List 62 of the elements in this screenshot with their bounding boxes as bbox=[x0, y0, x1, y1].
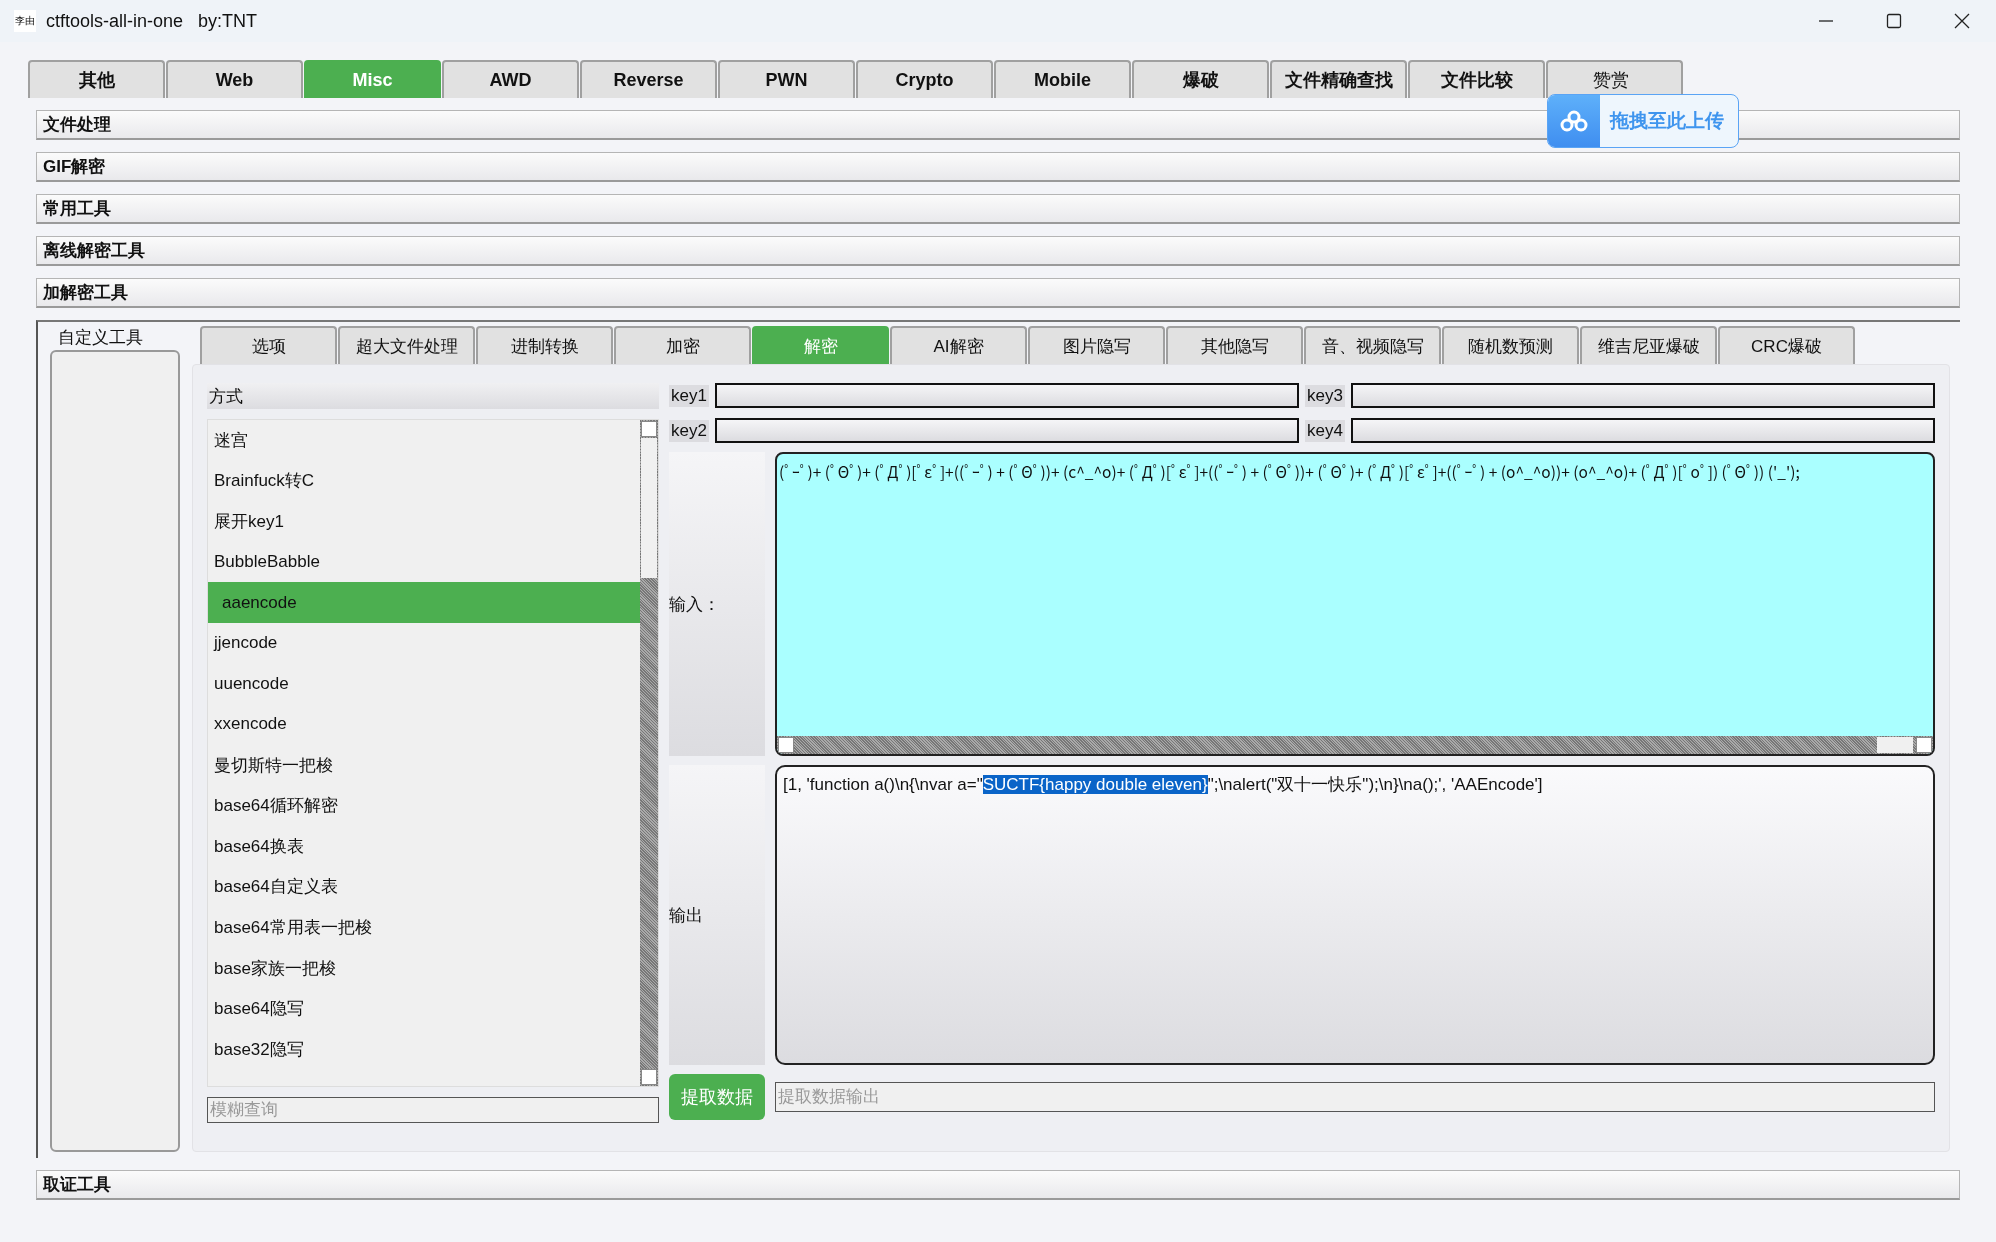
section-header[interactable]: 离线解密工具 bbox=[36, 236, 1960, 266]
window-title: ctftools-all-in-one by:TNT bbox=[46, 10, 259, 32]
sub-tab[interactable]: 图片隐写 bbox=[1028, 326, 1165, 364]
key-field[interactable] bbox=[1350, 418, 1935, 443]
main-tab[interactable]: Reverse bbox=[580, 60, 717, 98]
column-header: 方式 bbox=[207, 383, 659, 409]
key-field[interactable] bbox=[714, 383, 1299, 408]
list-item[interactable]: base64隐写 bbox=[208, 988, 640, 1029]
sub-tab[interactable]: 维吉尼亚爆破 bbox=[1580, 326, 1717, 364]
sub-tab[interactable]: CRC爆破 bbox=[1718, 326, 1855, 364]
search-field[interactable]: 模糊查询 bbox=[207, 1097, 659, 1123]
list-item[interactable]: jjencode bbox=[208, 622, 640, 664]
group-label: 自定义工具 bbox=[57, 327, 144, 348]
list-item[interactable]: Brainfuck转C bbox=[208, 460, 640, 502]
main-tab[interactable]: 爆破 bbox=[1132, 60, 1269, 98]
list-item[interactable]: BubbleBabble bbox=[208, 541, 640, 583]
output-label: 输出 bbox=[669, 765, 765, 1065]
key-label: key2 bbox=[669, 419, 709, 442]
list-item[interactable]: 迷宫 bbox=[208, 420, 640, 461]
list-item[interactable]: base64换表 bbox=[208, 825, 640, 867]
list-item[interactable]: xxencode bbox=[208, 704, 640, 745]
scrollbar[interactable] bbox=[640, 420, 658, 1086]
extract-output-field[interactable]: 提取数据输出 bbox=[775, 1082, 1935, 1112]
list-item[interactable]: base32隐写 bbox=[208, 1028, 640, 1070]
sub-tab[interactable]: 加密 bbox=[614, 326, 751, 364]
section-header[interactable]: 常用工具 bbox=[36, 194, 1960, 224]
main-tab[interactable]: Crypto bbox=[856, 60, 993, 98]
sub-tab[interactable]: 超大文件处理 bbox=[338, 326, 475, 364]
sub-tab[interactable]: 音、视频隐写 bbox=[1304, 326, 1441, 364]
key-field[interactable] bbox=[1350, 383, 1935, 408]
list-item[interactable]: 曼切斯特一把梭 bbox=[208, 744, 640, 786]
sub-tab[interactable]: 选项 bbox=[200, 326, 337, 364]
main-tab[interactable]: Web bbox=[166, 60, 303, 98]
main-tab[interactable]: AWD bbox=[442, 60, 579, 98]
list-item[interactable]: base64常用表一把梭 bbox=[208, 907, 640, 948]
cloud-icon bbox=[1548, 95, 1600, 147]
key-label: key1 bbox=[669, 384, 709, 407]
main-tab[interactable]: Mobile bbox=[994, 60, 1131, 98]
main-tab[interactable]: 赞赏 bbox=[1546, 60, 1683, 98]
app-icon: 李由 bbox=[14, 10, 36, 32]
key-label: key3 bbox=[1305, 384, 1345, 407]
input-label: 输入： bbox=[669, 452, 765, 756]
main-tab[interactable]: 文件精确查找 bbox=[1270, 60, 1407, 98]
list-item[interactable]: base64循环解密 bbox=[208, 785, 640, 826]
sub-tab[interactable]: AI解密 bbox=[890, 326, 1027, 364]
list-item[interactable]: uuencode bbox=[208, 663, 640, 705]
scrollbar[interactable] bbox=[777, 736, 1933, 754]
list-item[interactable]: base64自定义表 bbox=[208, 866, 640, 908]
key-field[interactable] bbox=[714, 418, 1299, 443]
main-tab[interactable]: PWN bbox=[718, 60, 855, 98]
sub-tab[interactable]: 随机数预测 bbox=[1442, 326, 1579, 364]
main-tab[interactable]: 文件比较 bbox=[1408, 60, 1545, 98]
section-header[interactable]: GIF解密 bbox=[36, 152, 1960, 182]
sub-tab[interactable]: 进制转换 bbox=[476, 326, 613, 364]
section-header[interactable]: 加解密工具 bbox=[36, 278, 1960, 308]
list-item[interactable]: base家族一把梭 bbox=[208, 947, 640, 989]
section-header[interactable]: 取证工具 bbox=[36, 1170, 1960, 1200]
key-label: key4 bbox=[1305, 419, 1345, 442]
main-tab[interactable]: 其他 bbox=[28, 60, 165, 98]
sub-tab[interactable]: 其他隐写 bbox=[1166, 326, 1303, 364]
list-item[interactable]: aaencode bbox=[208, 582, 640, 623]
list-item[interactable]: 展开key1 bbox=[208, 501, 640, 542]
